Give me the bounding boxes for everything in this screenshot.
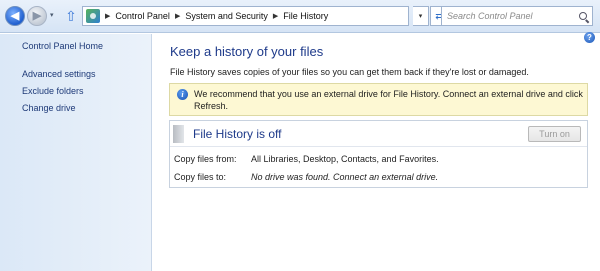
- info-icon: i: [177, 89, 188, 100]
- address-bar[interactable]: ▶ Control Panel ▶ System and Security ▶ …: [82, 6, 409, 26]
- breadcrumb-control-panel[interactable]: Control Panel: [115, 11, 170, 21]
- file-history-status-panel: File History is off Turn on Copy files f…: [169, 120, 588, 188]
- breadcrumb-separator[interactable]: ▶: [273, 12, 278, 20]
- banner-text: We recommend that you use an external dr…: [194, 89, 583, 111]
- copy-to-value: No drive was found. Connect an external …: [251, 172, 439, 182]
- sidebar-item-advanced-settings[interactable]: Advanced settings: [22, 69, 96, 79]
- up-button[interactable]: ⇧: [64, 7, 78, 25]
- forward-button[interactable]: ▶: [27, 6, 47, 26]
- page-description: File History saves copies of your files …: [170, 67, 529, 77]
- help-button[interactable]: ?: [584, 32, 595, 43]
- sidebar-item-control-panel-home[interactable]: Control Panel Home: [22, 41, 103, 51]
- chevron-down-icon: ▾: [418, 13, 423, 20]
- status-title: File History is off: [193, 127, 282, 141]
- help-icon: ?: [587, 33, 592, 42]
- page-title: Keep a history of your files: [170, 44, 324, 59]
- breadcrumb-separator[interactable]: ▶: [175, 12, 180, 20]
- breadcrumb-system-and-security[interactable]: System and Security: [185, 11, 268, 21]
- up-arrow-icon: ⇧: [65, 8, 77, 24]
- search-box[interactable]: [441, 6, 593, 26]
- status-indicator: [173, 125, 184, 143]
- address-dropdown-button[interactable]: ▾: [413, 6, 429, 26]
- recent-pages-dropdown[interactable]: ▾: [50, 11, 54, 19]
- recommendation-banner: i We recommend that you use an external …: [169, 83, 588, 116]
- sidebar-item-change-drive[interactable]: Change drive: [22, 103, 76, 113]
- back-button[interactable]: ◀: [5, 6, 25, 26]
- sidebar-item-exclude-folders[interactable]: Exclude folders: [22, 86, 84, 96]
- sidebar: Control Panel Home Advanced settings Exc…: [0, 34, 152, 271]
- forward-arrow-icon: ▶: [32, 9, 42, 22]
- breadcrumb-file-history[interactable]: File History: [283, 11, 328, 21]
- divider: [170, 146, 587, 147]
- navigation-bar: ◀ ▶ ▾ ⇧ ▶ Control Panel ▶ System and Sec…: [0, 0, 600, 33]
- search-input[interactable]: [447, 11, 575, 21]
- turn-on-button[interactable]: Turn on: [528, 126, 581, 142]
- copy-from-label: Copy files from:: [174, 154, 237, 164]
- search-icon[interactable]: [579, 12, 587, 20]
- copy-to-label: Copy files to:: [174, 172, 227, 182]
- control-panel-icon: [86, 9, 100, 23]
- breadcrumb-separator[interactable]: ▶: [105, 12, 110, 20]
- back-arrow-icon: ◀: [10, 9, 20, 22]
- copy-from-value: All Libraries, Desktop, Contacts, and Fa…: [251, 154, 439, 164]
